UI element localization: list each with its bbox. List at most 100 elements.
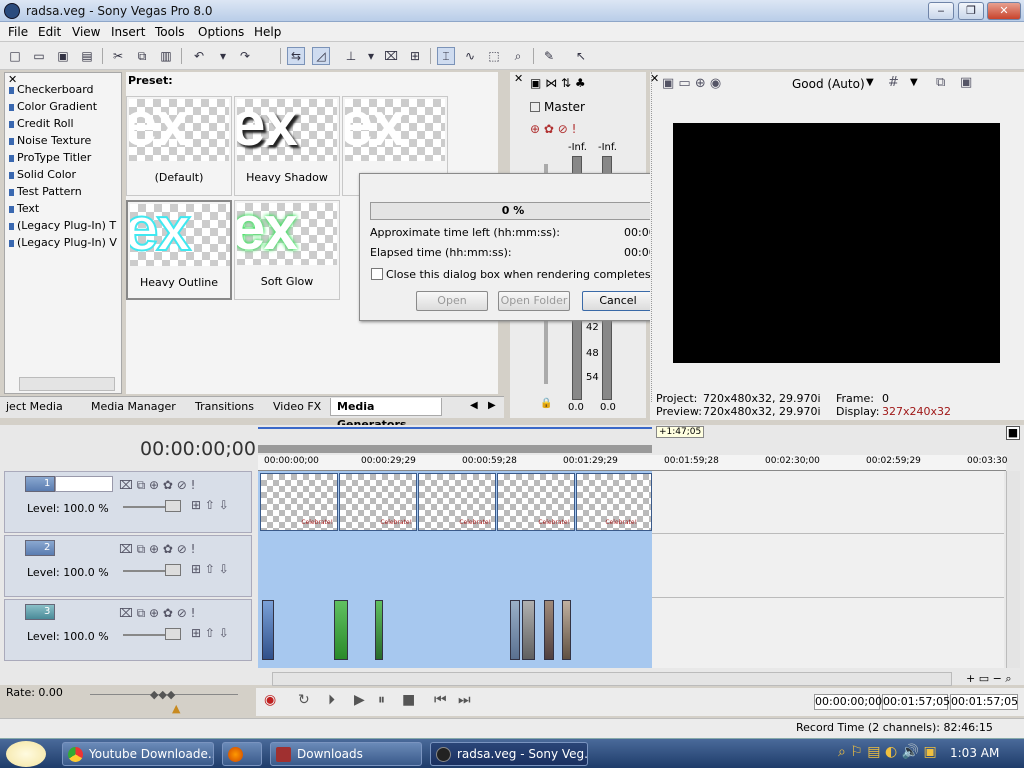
video-preview-screen[interactable] (673, 123, 1000, 363)
snap-dropdown-icon[interactable]: ▾ (362, 47, 380, 65)
tab-media-manager[interactable]: Media Manager (91, 398, 176, 416)
auto-crossfade-icon[interactable]: ⌧ (382, 47, 400, 65)
generator-item[interactable]: Credit Roll (9, 117, 74, 130)
copy-icon[interactable]: ⧉ (133, 47, 151, 65)
track-motion-icons[interactable]: ⊞ ⇧ ⇩ (191, 498, 229, 512)
track-name-field[interactable] (55, 476, 113, 492)
track-header-3[interactable]: 3 ⌧ ⧉ ⊕ ✿ ⊘ ! Level: 100.0 % ⊞ ⇧ ⇩ (4, 599, 252, 661)
redo-icon[interactable]: ↷ (236, 47, 254, 65)
preview-quality-dropdown[interactable]: Good (Auto) (792, 77, 865, 91)
close-button[interactable]: ✕ (987, 2, 1021, 20)
undo-dropdown-icon[interactable]: ▾ (214, 47, 232, 65)
undo-icon[interactable]: ↶ (190, 47, 208, 65)
paste-icon[interactable]: ▥ (157, 47, 175, 65)
preset-heavy-shadow[interactable]: ex Heavy Shadow (234, 96, 340, 196)
track-header-2[interactable]: 2 ⌧ ⧉ ⊕ ✿ ⊘ ! Level: 100.0 % ⊞ ⇧ ⇩ (4, 535, 252, 597)
generator-item[interactable]: Test Pattern (9, 185, 82, 198)
menu-insert[interactable]: Insert (111, 25, 145, 39)
track-header-1[interactable]: 1 ⌧ ⧉ ⊕ ✿ ⊘ ! Level: 100.0 % ⊞ ⇧ ⇩ (4, 471, 252, 533)
selection-bar[interactable] (258, 445, 652, 453)
tab-scroll-right-icon[interactable]: ▶ (488, 400, 496, 411)
go-to-start-icon[interactable]: ⏮ (434, 692, 447, 708)
menu-help[interactable]: Help (254, 25, 281, 39)
timeline-empty-area[interactable] (652, 471, 1004, 668)
track-motion-icons[interactable]: ⊞ ⇧ ⇩ (191, 626, 229, 640)
edit-tool-icon[interactable]: ⌶ (437, 47, 455, 65)
track-fx-icons[interactable]: ⌧ ⧉ ⊕ ✿ ⊘ ! (119, 542, 195, 557)
cursor-timecode[interactable]: 00:00:00;00 (814, 694, 882, 710)
cancel-button[interactable]: Cancel (582, 291, 654, 311)
preset-heavy-outline[interactable]: ex Heavy Outline (126, 200, 232, 300)
generator-item[interactable]: Solid Color (9, 168, 76, 181)
taskbar-downloads[interactable]: Downloads (270, 742, 422, 766)
menu-tools[interactable]: Tools (155, 25, 185, 39)
track-motion-icons[interactable]: ⊞ ⇧ ⇩ (191, 562, 229, 576)
stop-icon[interactable]: ■ (402, 692, 415, 708)
video-clip[interactable] (334, 600, 348, 660)
close-when-done-checkbox[interactable] (371, 268, 383, 280)
rate-slider-thumb[interactable]: ◆◆◆ (150, 688, 175, 701)
generator-item[interactable]: Noise Texture (9, 134, 91, 147)
selection-tool-icon[interactable]: ⬚ (485, 47, 503, 65)
timeline-horizontal-scrollbar[interactable] (272, 672, 952, 686)
normal-edit-tool-icon[interactable]: ⇆ (287, 47, 305, 65)
loop-playback-icon[interactable]: ↻ (298, 692, 310, 708)
marker-icon[interactable]: ■ (1006, 426, 1020, 440)
play-icon[interactable]: ▶ (354, 692, 365, 708)
envelope-edit-icon[interactable]: ∿ (461, 47, 479, 65)
taskbar-vegas[interactable]: radsa.veg - Sony Veg... (430, 742, 588, 766)
zoom-controls-icons[interactable]: + ▭ − ⌕ (966, 672, 1011, 686)
video-clip[interactable] (562, 600, 571, 660)
generator-item[interactable]: Color Gradient (9, 100, 97, 113)
level-slider-thumb[interactable] (165, 500, 181, 512)
level-slider-thumb[interactable] (165, 564, 181, 576)
help-pointer-icon[interactable]: ↖ (572, 47, 590, 65)
video-clip[interactable] (262, 600, 274, 660)
timeline-timecode[interactable]: 00:00:00;00 (140, 438, 256, 460)
taskbar-chrome-youtube[interactable]: Youtube Downloade... (62, 742, 214, 766)
open-icon[interactable]: ▭ (30, 47, 48, 65)
video-clip[interactable]: Celebrate! (576, 473, 652, 531)
save-icon[interactable]: ▣ (54, 47, 72, 65)
lock-icon[interactable]: 🔒 (540, 398, 552, 409)
vegas-app-icon[interactable] (4, 3, 20, 19)
auto-ripple-icon[interactable]: ⊞ (406, 47, 424, 65)
time-ruler[interactable]: 00:00:00;00 00:00:29;29 00:00:59;28 00:0… (258, 455, 1007, 471)
generator-item[interactable]: (Legacy Plug-In) V (9, 236, 117, 249)
mixer-toolbar-icons[interactable]: ▣ ⋈ ⇅ ♣ (530, 76, 586, 90)
minimize-button[interactable]: ‒ (928, 2, 954, 20)
taskbar-firefox[interactable] (222, 742, 262, 766)
generator-item[interactable]: (Legacy Plug-In) T (9, 219, 116, 232)
track-fx-icons[interactable]: ⌧ ⧉ ⊕ ✿ ⊘ ! (119, 606, 195, 621)
generator-item[interactable]: ProType Titler (9, 151, 91, 164)
chevron-down-icon[interactable]: ▼ (866, 77, 874, 88)
open-button[interactable]: Open (416, 291, 488, 311)
tab-transitions[interactable]: Transitions (195, 398, 254, 416)
menu-file[interactable]: File (8, 25, 28, 39)
snap-icon[interactable]: ⊥ (342, 47, 360, 65)
play-from-start-icon[interactable]: ⏵ (328, 692, 335, 708)
generator-item[interactable]: Text (9, 202, 39, 215)
selection-end-timecode[interactable]: 00:01:57;05 (882, 694, 950, 710)
system-tray-icons[interactable]: ⌕ ⚐ ▤ ◐ 🔊 ▣ (838, 744, 937, 760)
video-clip[interactable] (510, 600, 520, 660)
zoom-tool-icon[interactable]: ⌕ (509, 47, 527, 65)
start-button[interactable] (6, 741, 46, 767)
overlays-dropdown-icon[interactable]: ▼ (910, 77, 918, 88)
master-fx-icons[interactable]: ⊕ ✿ ⊘ ! (530, 122, 576, 136)
preset-default[interactable]: ex (Default) (126, 96, 232, 196)
video-clip[interactable] (544, 600, 554, 660)
new-icon[interactable]: □ (6, 47, 24, 65)
preset-soft-glow[interactable]: ex Soft Glow (234, 200, 340, 300)
envelope-tool-icon[interactable]: ◿ (312, 47, 330, 65)
menu-options[interactable]: Options (198, 25, 244, 39)
go-to-end-icon[interactable]: ⏭ (458, 692, 471, 708)
overlays-icon[interactable]: # (888, 75, 899, 90)
copy-snapshot-icon[interactable]: ⧉ (936, 75, 945, 90)
menu-view[interactable]: View (72, 25, 100, 39)
video-clip[interactable] (375, 600, 383, 660)
tab-video-fx[interactable]: Video FX (273, 398, 321, 416)
level-slider-thumb[interactable] (165, 628, 181, 640)
tab-media-generators[interactable]: Media Generators (330, 398, 442, 431)
menu-edit[interactable]: Edit (38, 25, 61, 39)
